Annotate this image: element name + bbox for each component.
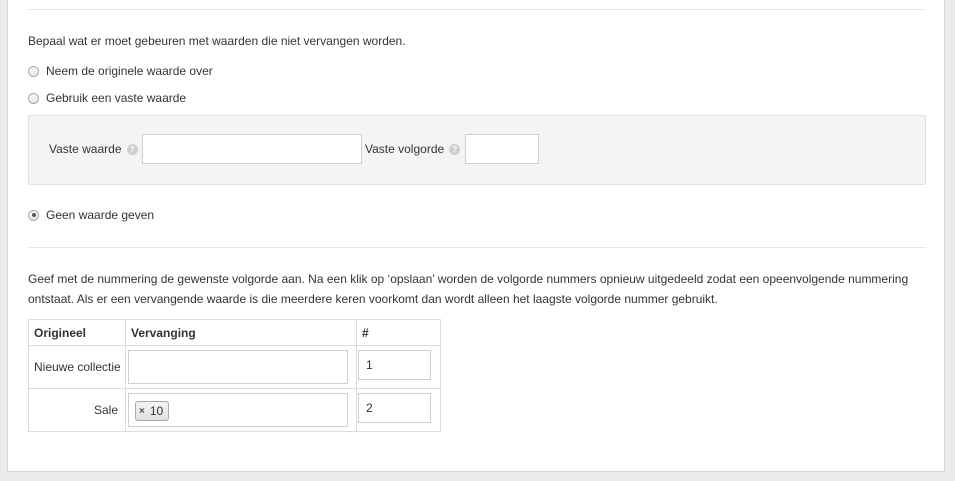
header-order: # — [356, 319, 441, 346]
row-original: Sale — [28, 388, 126, 432]
header-replacement: Vervanging — [125, 319, 357, 346]
fixed-value-input[interactable] — [142, 134, 362, 164]
fixed-order-input[interactable] — [465, 134, 539, 164]
radio-use-fixed[interactable] — [28, 92, 39, 104]
replacement-input[interactable]: × 10 — [128, 393, 348, 427]
table-row: Nieuwe collectie — [28, 345, 441, 389]
order-input[interactable] — [358, 393, 431, 423]
description-line-2: ontstaat. Als er een vervangende waarde … — [28, 292, 718, 306]
order-cell — [357, 346, 440, 388]
fixed-value-label: Vaste waarde — [49, 142, 122, 156]
option-keep-original-label: Neem de originele waarde over — [46, 64, 213, 78]
option-use-fixed-label: Gebruik een vaste waarde — [46, 91, 187, 105]
help-icon[interactable]: ? — [126, 143, 138, 155]
order-input[interactable] — [358, 350, 431, 380]
description-line-1: Geef met de nummering de gewenste volgor… — [28, 272, 909, 286]
replacement-input[interactable] — [128, 350, 348, 384]
option-keep-original[interactable]: Neem de originele waarde over — [28, 63, 213, 79]
replacement-cell: × 10 — [126, 389, 356, 431]
option-no-value-label: Geen waarde geven — [46, 208, 155, 222]
settings-panel: Bepaal wat er moet gebeuren met waarden … — [7, 0, 945, 472]
divider-middle — [28, 247, 926, 248]
tag-label: 10 — [149, 404, 164, 418]
fixed-order-label: Vaste volgorde — [365, 142, 445, 156]
table-header-row: Origineel Vervanging # — [28, 319, 441, 346]
fixed-value-box: Vaste waarde ? Vaste volgorde ? — [28, 115, 926, 185]
order-cell — [357, 389, 440, 431]
mapping-table: Origineel Vervanging # Nieuwe collectie — [28, 319, 441, 432]
tag-remove-icon[interactable]: × — [139, 406, 145, 417]
divider-top — [28, 9, 926, 10]
radio-no-value[interactable] — [28, 209, 39, 221]
intro-text: Bepaal wat er moet gebeuren met waarden … — [28, 34, 406, 48]
table-row: Sale × 10 — [28, 388, 441, 432]
option-use-fixed[interactable]: Gebruik een vaste waarde — [28, 90, 186, 106]
replacement-tag: × 10 — [135, 401, 170, 421]
row-original: Nieuwe collectie — [28, 345, 126, 389]
help-icon[interactable]: ? — [449, 143, 461, 155]
header-original: Origineel — [28, 319, 126, 346]
replacement-cell — [126, 346, 356, 388]
option-no-value[interactable]: Geen waarde geven — [28, 207, 154, 223]
fixed-order-label-wrap: Vaste volgorde ? — [365, 142, 461, 156]
radio-keep-original[interactable] — [28, 65, 39, 77]
fixed-value-label-wrap: Vaste waarde ? — [49, 142, 138, 156]
